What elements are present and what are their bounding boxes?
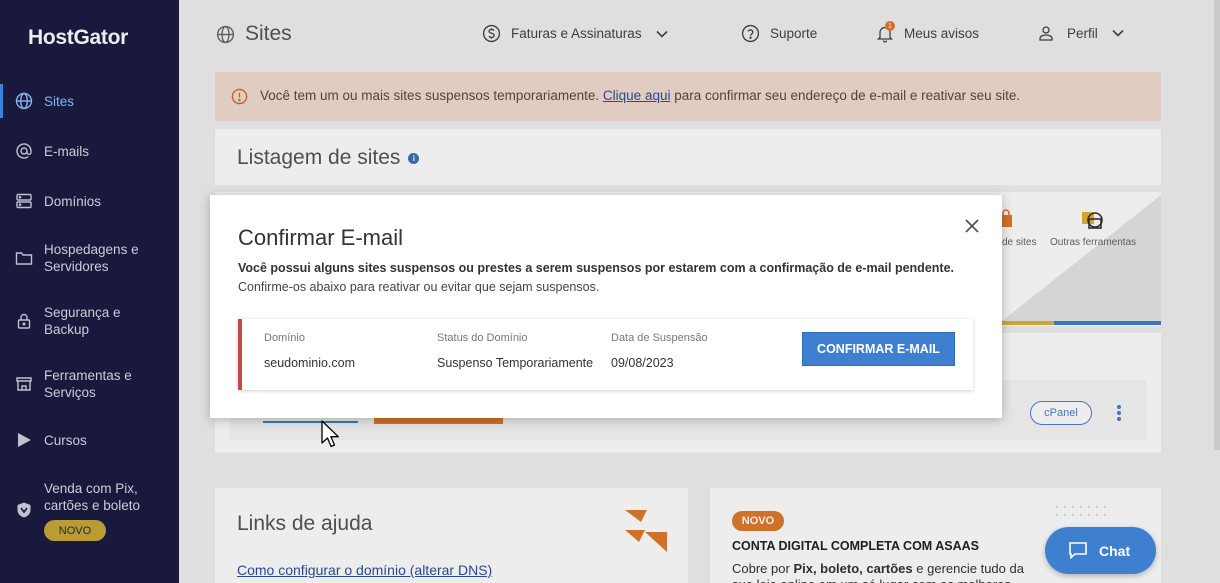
- confirm-email-button[interactable]: CONFIRMAR E-MAIL: [802, 332, 955, 366]
- chat-bubble-icon: [1068, 541, 1088, 562]
- chat-label: Chat: [1099, 543, 1131, 559]
- modal-warning-text: Você possui alguns sites suspensos ou pr…: [238, 261, 954, 275]
- modal-instruction-text: Confirme-os abaixo para reativar ou evit…: [238, 280, 600, 294]
- status-column: Status do Domínio Suspenso Temporariamen…: [437, 332, 593, 370]
- close-icon[interactable]: [962, 216, 982, 236]
- chat-button[interactable]: Chat: [1045, 527, 1156, 574]
- domain-label: Domínio: [264, 332, 305, 344]
- confirm-email-modal: Confirmar E-mail Você possui alguns site…: [210, 195, 1002, 418]
- mouse-cursor-icon: [321, 420, 339, 448]
- date-column: Data de Suspensão 09/08/2023: [611, 332, 708, 370]
- domain-value: seudominio.com: [264, 356, 356, 370]
- domain-column: Domínio seudominio.com: [264, 332, 355, 370]
- date-value: 09/08/2023: [611, 356, 674, 370]
- date-label: Data de Suspensão: [611, 332, 708, 344]
- status-value: Suspenso Temporariamente: [437, 356, 594, 370]
- suspended-domain-card: Domínio seudominio.com Status do Domínio…: [238, 319, 973, 390]
- status-label: Status do Domínio: [437, 332, 528, 344]
- modal-title: Confirmar E-mail: [238, 225, 404, 250]
